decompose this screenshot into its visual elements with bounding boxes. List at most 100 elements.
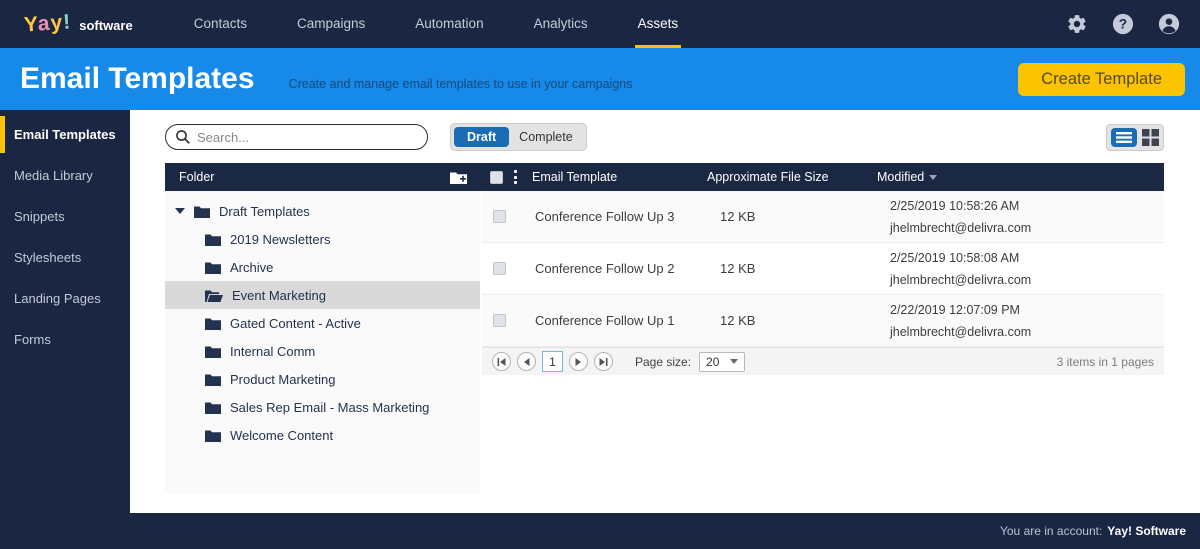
tree-node-2019-newsletters[interactable]: 2019 Newsletters [165,225,480,253]
page-size-select[interactable]: 20 [699,351,746,372]
nav-item-automation[interactable]: Automation [390,0,508,48]
tree-node-label: Gated Content - Active [230,315,361,331]
row-checkbox[interactable] [493,314,506,327]
create-template-button[interactable]: Create Template [1018,62,1185,96]
top-navbar: Yay! software Contacts Campaigns Automat… [0,0,1200,48]
table-row: Conference Follow Up 3 12 KB 2/25/2019 1… [482,191,1164,243]
nav-utility-icons: ? [1066,13,1200,35]
grid-view-icon[interactable] [1142,128,1159,146]
last-page-button[interactable] [594,352,613,371]
prev-page-button[interactable] [517,352,536,371]
tree-node-label: Product Marketing [230,371,336,387]
sort-desc-icon [929,174,938,180]
tree-node-label: Draft Templates [219,203,310,219]
tree-node-draft-templates[interactable]: Draft Templates [165,197,480,225]
sidebar-item-email-templates[interactable]: Email Templates [0,116,130,153]
template-name[interactable]: Conference Follow Up 2 [535,261,720,276]
main-nav: Contacts Campaigns Automation Analytics … [169,0,703,48]
account-footer: You are in account: Yay! Software [0,513,1200,549]
list-toolbar: Draft Complete [165,123,1164,151]
draft-complete-toggle: Draft Complete [450,123,587,151]
items-summary: 3 items in 1 pages [1056,354,1154,369]
sidebar-item-stylesheets[interactable]: Stylesheets [0,239,130,276]
tree-node-label: Welcome Content [230,427,334,443]
table-row: Conference Follow Up 2 12 KB 2/25/2019 1… [482,243,1164,295]
search-icon [176,130,190,144]
template-name[interactable]: Conference Follow Up 1 [535,313,720,328]
tree-node-internal-comm[interactable]: Internal Comm [165,337,480,365]
nav-item-assets[interactable]: Assets [613,0,704,48]
folder-icon [194,206,210,218]
nav-item-contacts[interactable]: Contacts [169,0,272,48]
toggle-draft-button[interactable]: Draft [454,127,510,147]
tree-node-label: Archive [230,259,274,275]
sidebar-item-snippets[interactable]: Snippets [0,198,130,235]
template-size: 12 KB [720,313,756,328]
template-size: 12 KB [720,209,756,224]
tree-node-event-marketing[interactable]: Event Marketing [165,281,480,309]
folder-column-label: Folder [179,170,215,184]
nav-item-analytics[interactable]: Analytics [509,0,613,48]
account-profile-icon[interactable] [1158,13,1180,35]
modified-by-email: jhelmbrecht@delivra.com [890,272,1032,287]
list-view-icon[interactable] [1111,127,1137,147]
chevron-down-icon [730,359,739,364]
tree-node-welcome-content[interactable]: Welcome Content [165,421,480,449]
next-page-button[interactable] [569,352,588,371]
row-checkbox[interactable] [493,210,506,223]
sidebar-item-landing-pages[interactable]: Landing Pages [0,280,130,317]
brand-logo[interactable]: Yay! software [23,10,132,36]
page-header-band: Email Templates Create and manage email … [0,48,1200,110]
nav-item-campaigns[interactable]: Campaigns [272,0,390,48]
folder-icon [205,430,221,442]
template-modified: 2/22/2019 12:07:09 PM jhelmbrecht@delivr… [890,299,1164,343]
select-all-checkbox[interactable] [490,170,503,184]
assets-sidebar: Email Templates Media Library Snippets S… [0,110,130,513]
column-header-file-size[interactable]: Approximate File Size [707,170,877,184]
tree-node-label: Event Marketing [232,287,326,303]
tree-node-sales-rep-email[interactable]: Sales Rep Email - Mass Marketing [165,393,480,421]
template-list: Conference Follow Up 3 12 KB 2/25/2019 1… [482,191,1164,493]
table-row: Conference Follow Up 1 12 KB 2/22/2019 1… [482,295,1164,347]
sidebar-item-forms[interactable]: Forms [0,321,130,358]
page-size-value: 20 [706,354,720,369]
main-content: Draft Complete [130,110,1200,513]
help-icon[interactable]: ? [1112,13,1134,35]
folder-icon [205,318,221,330]
folder-icon [205,346,221,358]
tree-expand-caret-icon[interactable] [175,208,185,214]
table-header: Folder Email Template Approximate File S… [165,163,1164,191]
search-input[interactable] [165,124,428,150]
current-page-number[interactable]: 1 [542,351,563,372]
column-header-modified[interactable]: Modified [877,170,1164,184]
column-header-email-template[interactable]: Email Template [532,170,707,184]
add-folder-icon[interactable] [449,170,468,185]
modified-date: 2/25/2019 10:58:26 AM [890,198,1020,213]
folder-open-icon [205,290,223,302]
first-page-button[interactable] [492,352,511,371]
tree-node-gated-content-active[interactable]: Gated Content - Active [165,309,480,337]
modified-column-label: Modified [877,170,925,184]
sidebar-item-media-library[interactable]: Media Library [0,157,130,194]
tree-node-archive[interactable]: Archive [165,253,480,281]
bulk-actions-kebab-icon[interactable] [514,170,532,184]
folder-icon [205,374,221,386]
modified-by-email: jhelmbrecht@delivra.com [890,220,1032,235]
settings-gear-icon[interactable] [1066,13,1088,35]
search-box [165,124,428,150]
tree-node-label: Internal Comm [230,343,316,359]
template-modified: 2/25/2019 10:58:26 AM jhelmbrecht@delivr… [890,195,1164,239]
page-size-label: Page size: [635,354,692,369]
column-header-folder: Folder [165,170,480,185]
tree-node-label: Sales Rep Email - Mass Marketing [230,399,430,415]
template-size: 12 KB [720,261,756,276]
modified-date: 2/22/2019 12:07:09 PM [890,302,1020,317]
folder-icon [205,402,221,414]
folder-icon [205,234,221,246]
pagination-bar: 1 Page size: 20 3 items in 1 pages [482,347,1164,375]
account-footer-prefix: You are in account: [999,524,1103,538]
tree-node-product-marketing[interactable]: Product Marketing [165,365,480,393]
template-name[interactable]: Conference Follow Up 3 [535,209,720,224]
row-checkbox[interactable] [493,262,506,275]
toggle-complete-button[interactable]: Complete [509,127,583,147]
